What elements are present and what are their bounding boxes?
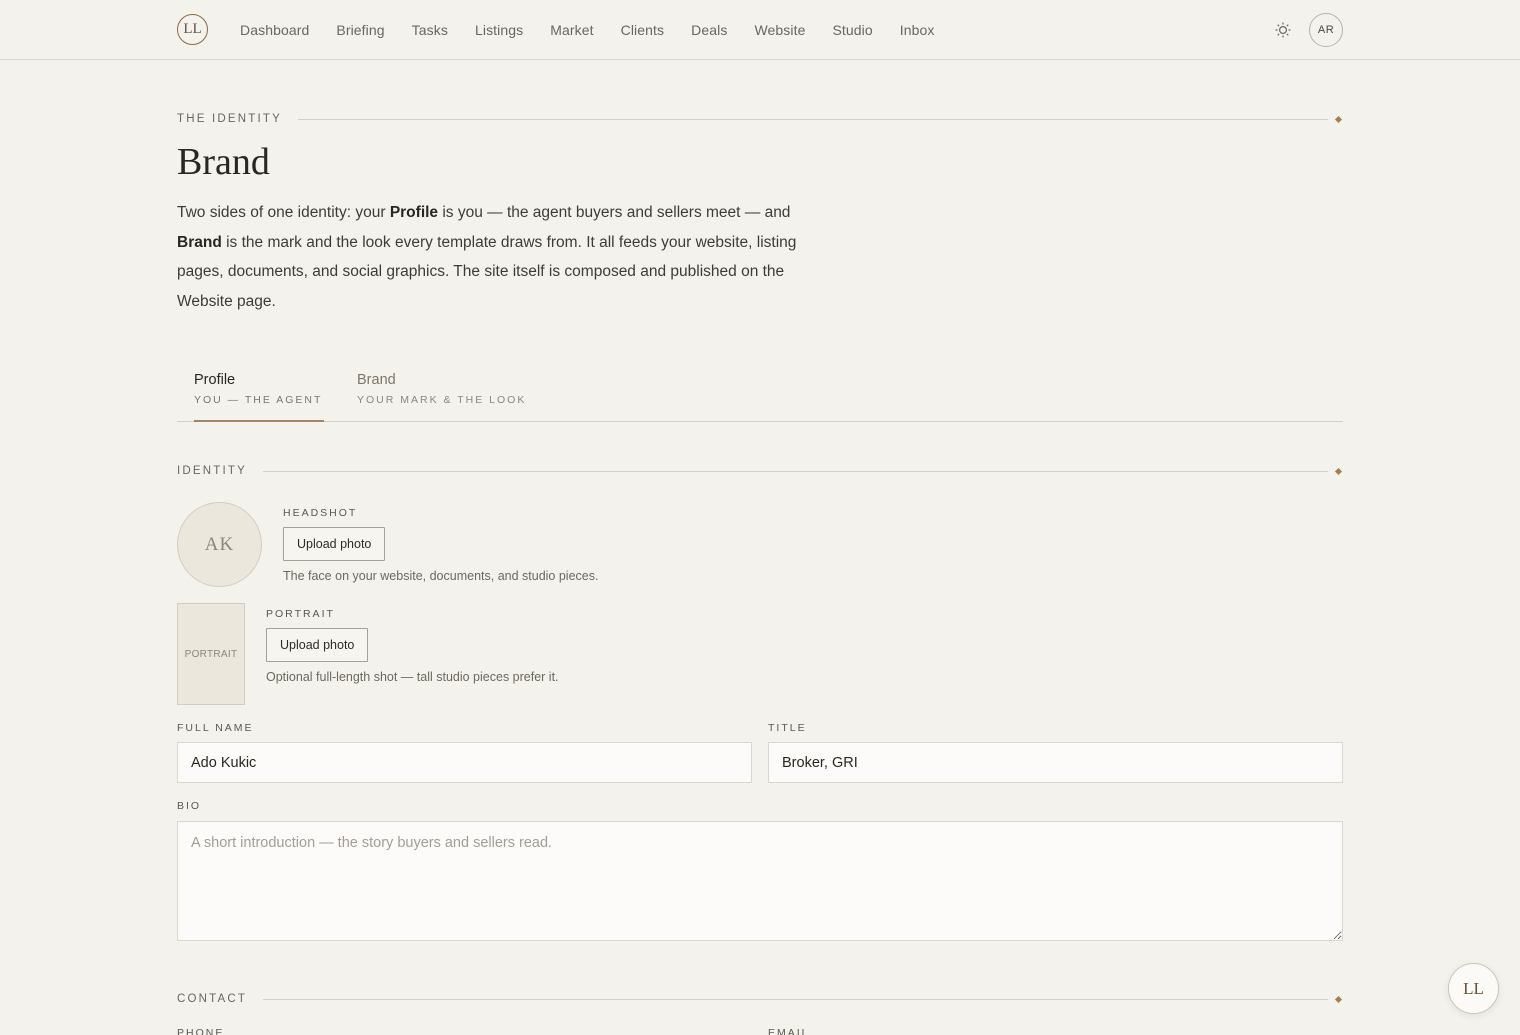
title-input[interactable]: [768, 742, 1343, 783]
nav-tasks[interactable]: Tasks: [412, 22, 448, 38]
headshot-helper-text: The face on your website, documents, and…: [283, 569, 599, 583]
logo-icon[interactable]: LL: [177, 14, 208, 45]
full-name-input[interactable]: [177, 742, 752, 783]
headshot-avatar: AK: [177, 502, 262, 587]
bio-label: BIO: [177, 800, 202, 812]
diamond-icon: [1334, 467, 1343, 475]
tab-subtitle: YOUR MARK & THE LOOK: [357, 394, 527, 406]
email-label: EMAIL: [768, 1027, 810, 1035]
main-nav: Dashboard Briefing Tasks Listings Market…: [240, 0, 962, 60]
divider: [263, 998, 1328, 1000]
diamond-icon: [1334, 115, 1343, 123]
section-label: IDENTITY: [177, 465, 247, 477]
nav-deals[interactable]: Deals: [691, 22, 727, 38]
tab-profile[interactable]: Profile YOU — THE AGENT: [194, 372, 325, 422]
nav-market[interactable]: Market: [550, 22, 593, 38]
bio-textarea[interactable]: [177, 821, 1343, 941]
headshot-label: HEADSHOT: [283, 507, 358, 519]
section-label: CONTACT: [177, 993, 248, 1005]
top-nav-bar: LL Dashboard Briefing Tasks Listings Mar…: [0, 0, 1520, 60]
nav-inbox[interactable]: Inbox: [900, 22, 935, 38]
nav-briefing[interactable]: Briefing: [336, 22, 384, 38]
page-eyebrow: THE IDENTITY: [177, 113, 282, 125]
tab-label: Profile: [194, 372, 236, 388]
page-intro: Two sides of one identity: your Profile …: [177, 204, 797, 310]
nav-dashboard[interactable]: Dashboard: [240, 22, 309, 38]
nav-clients[interactable]: Clients: [621, 22, 665, 38]
nav-listings[interactable]: Listings: [475, 22, 523, 38]
nav-website[interactable]: Website: [754, 22, 805, 38]
portrait-placeholder: PORTRAIT: [177, 603, 245, 705]
sun-icon[interactable]: [1274, 21, 1292, 39]
divider: [298, 118, 1328, 120]
tab-label: Brand: [357, 372, 396, 388]
tab-brand[interactable]: Brand YOUR MARK & THE LOOK: [357, 372, 526, 406]
portrait-helper-text: Optional full-length shot — tall studio …: [266, 670, 559, 684]
user-avatar[interactable]: AR: [1309, 13, 1343, 47]
tab-subtitle: YOU — THE AGENT: [194, 394, 323, 406]
portrait-upload-button[interactable]: Upload photo: [266, 628, 369, 662]
identity-section-header: IDENTITY: [177, 464, 1343, 478]
full-name-label: FULL NAME: [177, 722, 254, 734]
title-label: TITLE: [768, 722, 807, 734]
diamond-icon: [1334, 995, 1343, 1003]
assistant-fab-button[interactable]: LL: [1448, 963, 1499, 1014]
headshot-upload-button[interactable]: Upload photo: [283, 527, 386, 561]
portrait-label: PORTRAIT: [266, 608, 335, 620]
page-title: Brand: [177, 141, 270, 183]
contact-section-header: CONTACT: [177, 992, 1343, 1006]
phone-label: PHONE: [177, 1027, 225, 1035]
divider: [263, 470, 1328, 472]
tab-bar: Profile YOU — THE AGENT Brand YOUR MARK …: [177, 362, 1343, 422]
nav-studio[interactable]: Studio: [832, 22, 872, 38]
identity-eyebrow-row: THE IDENTITY: [177, 112, 1343, 126]
